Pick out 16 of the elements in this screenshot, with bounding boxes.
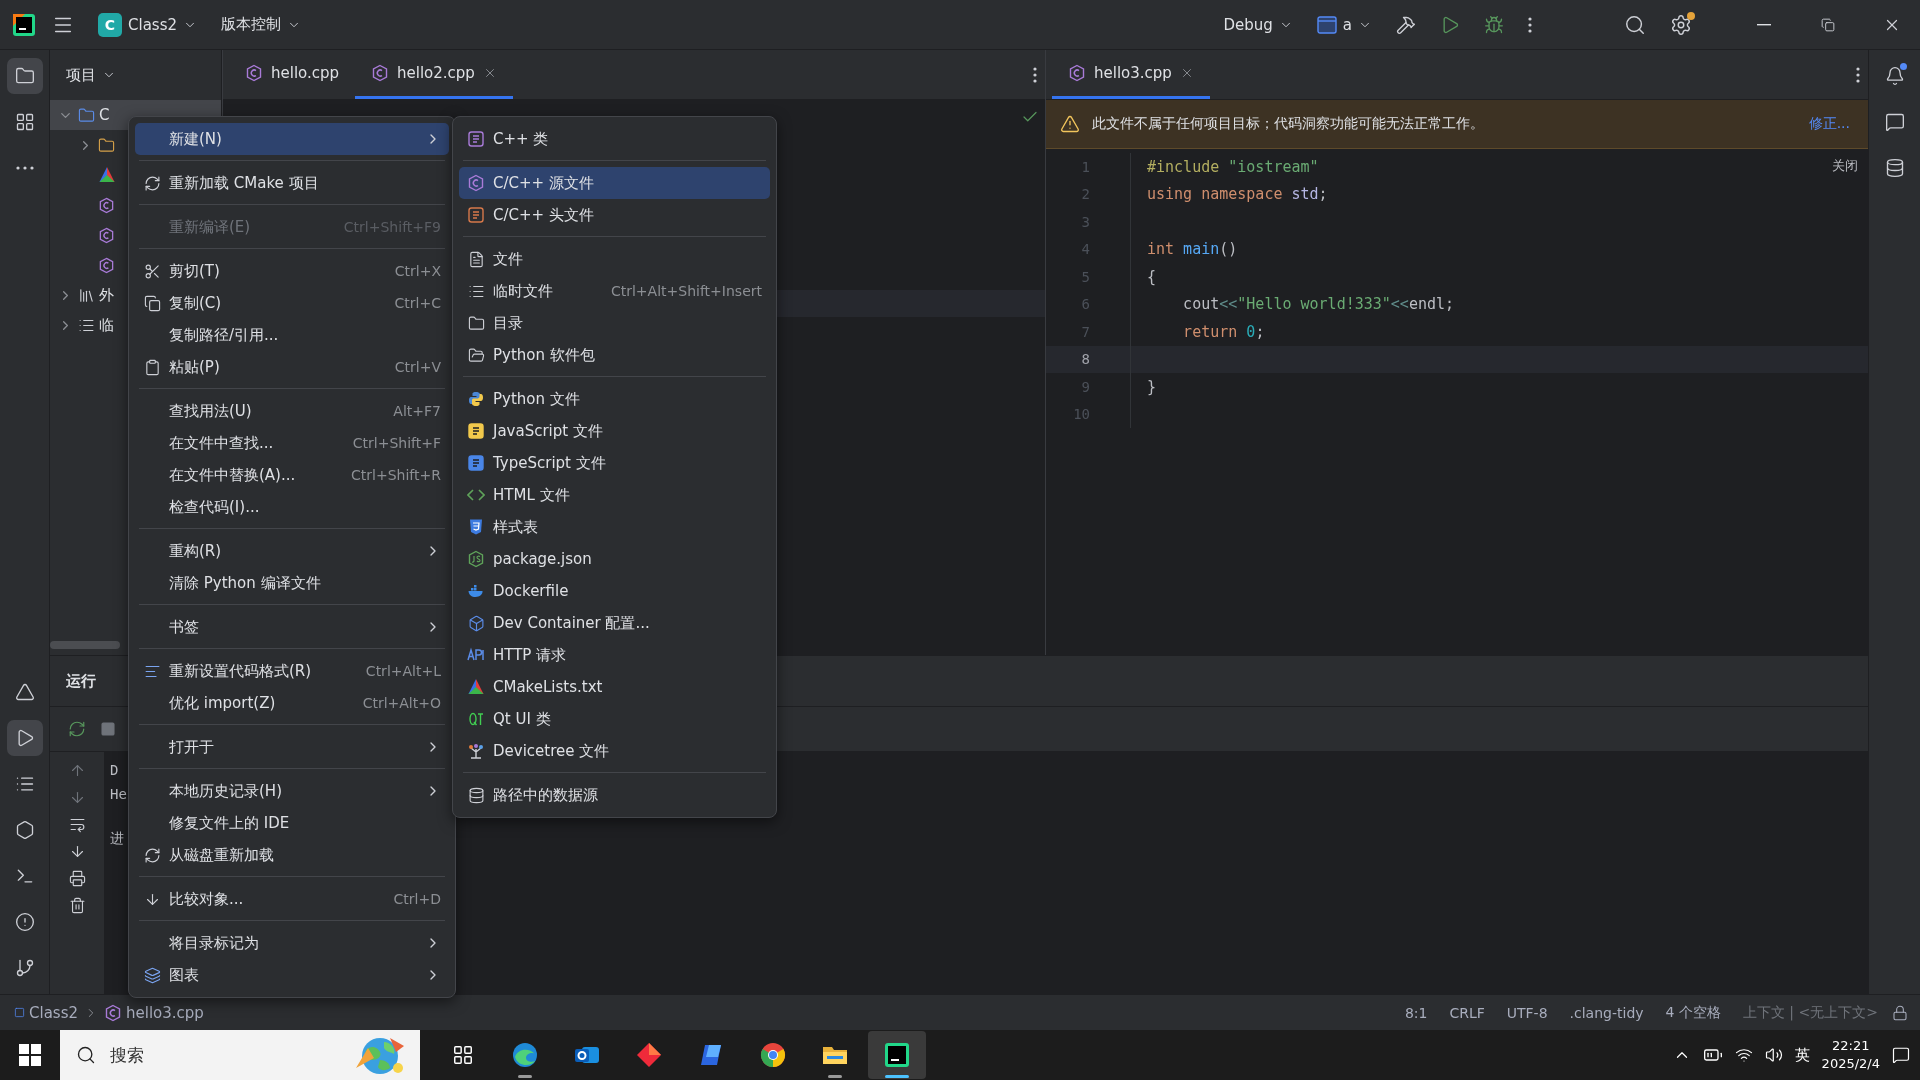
tree-label: 外: [99, 285, 114, 305]
line-number: 8: [1080, 351, 1090, 368]
warning-text: 此文件不属于任何项目目标；代码洞察功能可能无法正常工作。: [1092, 115, 1485, 133]
tree-label: C: [99, 106, 110, 124]
code-line: return 0;: [1182, 322, 1265, 341]
tree-label: 临: [99, 315, 114, 335]
code-line: cout<<"Hello world!333"<<endl;: [1182, 295, 1455, 314]
console-line: D: [110, 762, 119, 778]
project-badge: C: [98, 12, 122, 37]
code-line: }: [1147, 377, 1157, 396]
code-line: int main(): [1147, 240, 1238, 259]
code-line: #include "iostream": [1147, 157, 1319, 176]
console-line: 进: [110, 829, 124, 848]
code-line: using namespace std;: [1147, 185, 1328, 204]
console-line: He: [110, 786, 127, 802]
code-line: {: [1147, 267, 1157, 286]
